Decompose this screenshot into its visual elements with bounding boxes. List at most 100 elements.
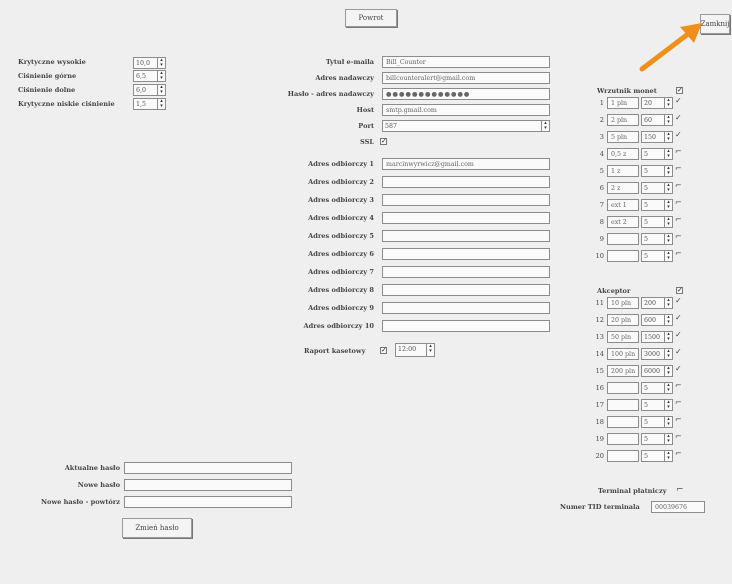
row-checkbox[interactable]: ⌐ [675, 249, 682, 258]
denomination-input[interactable]: 5 pln [607, 131, 639, 143]
report-time-spinner[interactable]: 12:00 ▴ ▾ [395, 343, 435, 357]
row-checkbox[interactable]: ⌐ [675, 381, 682, 390]
sender-password-input[interactable]: ●●●●●●●●●●●●● [382, 88, 550, 100]
new-password-input[interactable] [124, 479, 292, 491]
value-spinner[interactable]: 5 ▴ ▾ [641, 433, 673, 445]
value-spinner[interactable]: 20 ▴ ▾ [641, 97, 673, 109]
denomination-input[interactable]: 200 pln [607, 365, 639, 377]
denomination-input[interactable]: ext 1 [607, 199, 639, 211]
value-spinner[interactable]: 5 ▴ ▾ [641, 216, 673, 228]
value-spinner[interactable]: 200 ▴ ▾ [641, 297, 673, 309]
row-checkbox[interactable]: ⌐ [675, 232, 682, 241]
value-spinner[interactable]: 3000 ▴ ▾ [641, 348, 673, 360]
row-checkbox[interactable]: ✓ [675, 364, 682, 373]
back-button[interactable]: Powrot [345, 9, 397, 27]
confirm-password-input[interactable] [124, 496, 292, 508]
row-number: 17 [595, 401, 604, 409]
row-checkbox[interactable]: ⌐ [675, 198, 682, 207]
denomination-input[interactable]: 2 z [607, 182, 639, 194]
value-spinner[interactable]: 6000 ▴ ▾ [641, 365, 673, 377]
recipient-input[interactable] [382, 194, 550, 206]
value-spinner[interactable]: 5 ▴ ▾ [641, 382, 673, 394]
payment-terminal-checkbox[interactable]: ⌐ [676, 485, 684, 495]
denomination-input[interactable] [607, 416, 639, 428]
terminal-id-input[interactable]: 00039676 [651, 501, 705, 513]
denomination-input[interactable] [607, 250, 639, 262]
ssl-checkbox[interactable]: ✓ [380, 138, 387, 145]
row-checkbox[interactable]: ⌐ [675, 215, 682, 224]
coin-acceptor-title: Wrzutnik monet [597, 87, 657, 95]
denomination-input[interactable]: 100 pln [607, 348, 639, 360]
value-spinner[interactable]: 5 ▴ ▾ [641, 399, 673, 411]
recipient-input[interactable] [382, 320, 550, 332]
denomination-input[interactable]: 1 z [607, 165, 639, 177]
denomination-input[interactable]: ext 2 [607, 216, 639, 228]
denomination-input[interactable]: 20 pln [607, 314, 639, 326]
port-spinner[interactable]: 587 ▴ ▾ [382, 120, 550, 132]
value-spinner[interactable]: 5 ▴ ▾ [641, 250, 673, 262]
denomination-input[interactable]: 1 pln [607, 97, 639, 109]
row-checkbox[interactable]: ✓ [675, 296, 682, 305]
row-checkbox[interactable]: ⌐ [675, 432, 682, 441]
param-spinner[interactable]: 6,5 ▴ ▾ [133, 70, 166, 82]
row-checkbox[interactable]: ✓ [675, 313, 682, 322]
value-spinner[interactable]: 600 ▴ ▾ [641, 314, 673, 326]
recipient-label: Adres odbiorczy 5 [308, 232, 374, 240]
report-checkbox[interactable]: ✓ [380, 347, 387, 354]
recipient-label: Adres odbiorczy 8 [308, 286, 374, 294]
value-spinner[interactable]: 1500 ▴ ▾ [641, 331, 673, 343]
row-checkbox[interactable]: ⌐ [675, 164, 682, 173]
denomination-input[interactable]: 0,5 z [607, 148, 639, 160]
recipient-input[interactable] [382, 176, 550, 188]
recipient-label: Adres odbiorczy 10 [303, 322, 374, 330]
value-spinner[interactable]: 5 ▴ ▾ [641, 199, 673, 211]
denomination-input[interactable] [607, 450, 639, 462]
value-spinner[interactable]: 60 ▴ ▾ [641, 114, 673, 126]
row-checkbox[interactable]: ✓ [675, 113, 682, 122]
terminal-id-label: Numer TID terminala [560, 503, 640, 511]
param-spinner[interactable]: 10,0 ▴ ▾ [133, 57, 166, 69]
value-spinner[interactable]: 5 ▴ ▾ [641, 416, 673, 428]
row-checkbox[interactable]: ⌐ [675, 398, 682, 407]
denomination-input[interactable]: 50 pln [607, 331, 639, 343]
row-checkbox[interactable]: ✓ [675, 347, 682, 356]
value-spinner[interactable]: 5 ▴ ▾ [641, 233, 673, 245]
recipient-label: Adres odbiorczy 3 [308, 196, 374, 204]
coin-acceptor-checkbox[interactable]: ✓ [676, 87, 683, 94]
recipient-input[interactable] [382, 248, 550, 260]
recipient-input[interactable] [382, 266, 550, 278]
recipient-input[interactable] [382, 284, 550, 296]
row-checkbox[interactable]: ⌐ [675, 415, 682, 424]
row-checkbox[interactable]: ✓ [675, 130, 682, 139]
denomination-input[interactable] [607, 399, 639, 411]
recipient-input[interactable] [382, 212, 550, 224]
value-spinner[interactable]: 5 ▴ ▾ [641, 450, 673, 462]
param-spinner[interactable]: 6,0 ▴ ▾ [133, 84, 166, 96]
denomination-input[interactable] [607, 382, 639, 394]
value-spinner[interactable]: 5 ▴ ▾ [641, 182, 673, 194]
value-spinner[interactable]: 5 ▴ ▾ [641, 165, 673, 177]
denomination-input[interactable] [607, 233, 639, 245]
value-spinner[interactable]: 150 ▴ ▾ [641, 131, 673, 143]
row-checkbox[interactable]: ✓ [675, 330, 682, 339]
row-checkbox[interactable]: ✓ [675, 96, 682, 105]
sender-input[interactable]: billcounteralert@gmail.com [382, 72, 550, 84]
denomination-input[interactable]: 2 pln [607, 114, 639, 126]
row-checkbox[interactable]: ⌐ [675, 147, 682, 156]
email-title-input[interactable]: Bill_Counter [382, 56, 550, 68]
bill-acceptor-checkbox[interactable]: ✓ [676, 287, 683, 294]
host-input[interactable]: smtp.gmail.com [382, 104, 550, 116]
recipient-input[interactable] [382, 230, 550, 242]
row-checkbox[interactable]: ⌐ [675, 449, 682, 458]
param-spinner[interactable]: 1,5 ▴ ▾ [133, 98, 166, 110]
change-password-button[interactable]: Zmień hasło [122, 518, 192, 538]
email-title-label: Tytuł e-maila [325, 58, 374, 66]
row-checkbox[interactable]: ⌐ [675, 181, 682, 190]
current-password-input[interactable] [124, 462, 292, 474]
denomination-input[interactable]: 10 pln [607, 297, 639, 309]
row-number: 12 [595, 316, 604, 324]
value-spinner[interactable]: 5 ▴ ▾ [641, 148, 673, 160]
recipient-input[interactable] [382, 302, 550, 314]
denomination-input[interactable] [607, 433, 639, 445]
recipient-input[interactable]: marcinwyrwicz@gmail.com [382, 158, 550, 170]
